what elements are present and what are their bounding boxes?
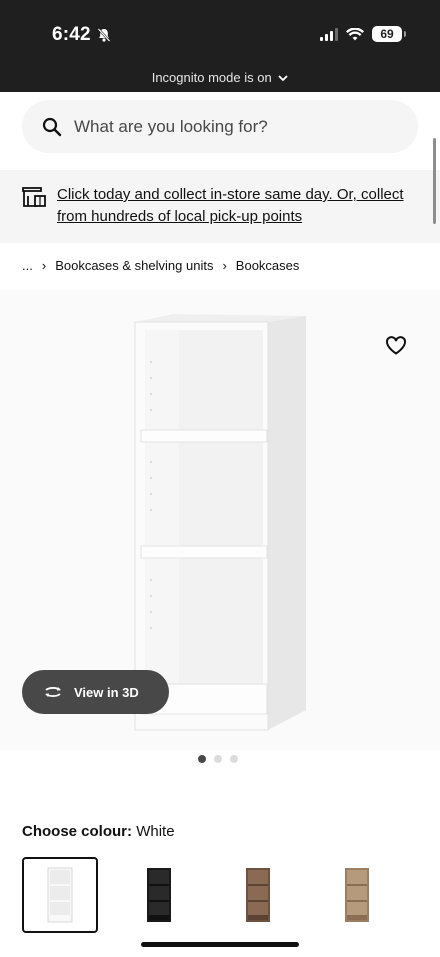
store-pickup-icon [22,187,46,207]
home-indicator[interactable] [141,942,299,947]
search-icon [42,117,62,136]
view-in-3d-label: View in 3D [74,684,139,700]
rotate-3d-icon [45,687,61,697]
breadcrumb: ... › Bookcases & shelving units › Bookc… [22,258,299,273]
page-scrollbar[interactable] [433,138,436,224]
colour-swatches [22,857,395,933]
status-icons: 69 [320,26,406,42]
battery-indicator: 69 [372,26,406,42]
bell-muted-icon [97,28,111,42]
breadcrumb-item-bookcases-shelving[interactable]: Bookcases & shelving units [55,258,213,273]
colour-selector-label: Choose colour: White [22,823,175,840]
heart-icon[interactable] [385,335,407,355]
bookcase-white-icon [47,867,73,923]
incognito-label: Incognito mode is on [151,70,272,85]
breadcrumb-item-bookcases[interactable]: Bookcases [236,258,300,273]
colour-swatch-light-brown[interactable] [319,857,395,933]
colour-label-heading: Choose colour: [22,823,133,840]
colour-swatch-dark-brown[interactable] [220,857,296,933]
chevron-down-icon [278,75,288,82]
colour-swatch-white[interactable] [22,857,98,933]
incognito-banner[interactable]: Incognito mode is on [0,70,440,85]
carousel-dot[interactable] [198,755,206,763]
colour-label-value: White [136,823,175,840]
view-in-3d-button[interactable]: View in 3D [22,670,169,714]
bookcase-black-icon [147,868,171,922]
breadcrumb-ellipsis[interactable]: ... [22,258,33,273]
bookcase-light-brown-icon [345,868,369,922]
bookcase-dark-brown-icon [246,868,270,922]
click-collect-link[interactable]: Click today and collect in-store same da… [57,184,407,228]
wifi-icon [346,27,364,40]
carousel-dot[interactable] [230,755,238,763]
browser-top-bar: 6:42 69 Incognito mode is on [0,0,440,92]
status-time: 6:42 [52,24,91,45]
signal-icon [320,27,338,41]
search-input[interactable]: What are you looking for? [74,117,268,137]
search-bar[interactable]: What are you looking for? [22,100,418,153]
battery-level: 69 [380,27,394,41]
carousel-dot[interactable] [214,755,222,763]
colour-swatch-black[interactable] [121,857,197,933]
chevron-right-icon: › [222,258,227,273]
image-carousel-dots [198,755,238,763]
product-image-bookcase [134,314,306,731]
chevron-right-icon: › [41,258,47,273]
